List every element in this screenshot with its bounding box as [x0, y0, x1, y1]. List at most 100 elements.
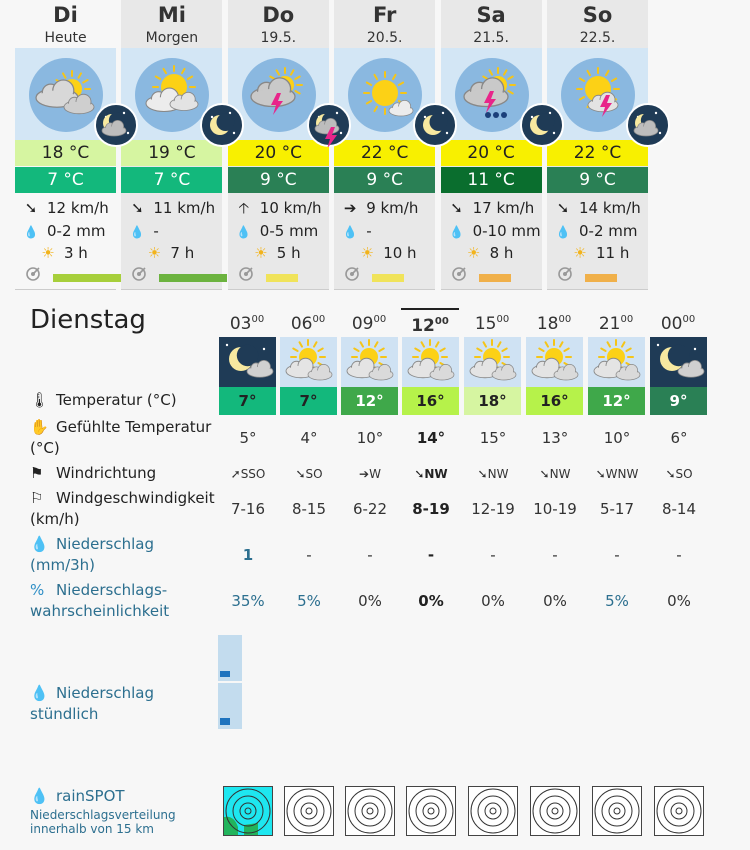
day-name: Mi — [157, 3, 186, 27]
felt-temperature: 5° — [239, 429, 257, 447]
precipitation-value: - — [306, 546, 312, 564]
temperature-row-label: 🌡 Temperatur (°C) — [30, 391, 177, 409]
drop-icon: 💧 — [23, 225, 39, 239]
night-cloudy-icon — [94, 103, 138, 147]
wind-arrow-icon: ➘ — [539, 467, 550, 481]
wind-direction: ➘NW — [539, 467, 571, 481]
min-temperature: 7 °C — [121, 167, 223, 193]
sun-icon: ☀ — [254, 244, 268, 262]
wind-direction: ➘NW — [477, 467, 509, 481]
precipitation-value: - — [676, 546, 682, 564]
rainspot-map[interactable] — [284, 786, 334, 836]
wind-arrow-icon: ➘ — [477, 467, 488, 481]
min-temperature: 9 °C — [334, 167, 436, 193]
hour-weather-icon — [341, 337, 398, 387]
precipitation-probability: 0% — [358, 592, 382, 610]
day-name: So — [582, 3, 613, 27]
hour-label[interactable]: 0000 — [649, 314, 707, 334]
sun-cloud-icon — [134, 57, 210, 133]
rainspot-map[interactable] — [406, 786, 456, 836]
wind-direction-arrow-icon: ➘ — [24, 199, 38, 217]
sun-icon: ☀ — [466, 244, 481, 262]
hour-label[interactable]: 0600 — [279, 314, 337, 334]
hourly-precipitation-row-label: 💧 Niederschlag stündlich — [30, 684, 154, 723]
wind-speed: ➘ 17 km/h — [450, 199, 535, 217]
precipitation-probability: 0% — [543, 592, 567, 610]
drop-icon: 💧 — [449, 225, 465, 239]
wind-direction: ➘WNW — [595, 467, 639, 481]
wind-arrow-icon: ➘ — [665, 467, 676, 481]
wind-direction-arrow-icon: ➘ — [450, 199, 463, 217]
precipitation-amount: 💧 0-10 mm — [441, 220, 542, 242]
flag-icon: ⚐ — [30, 489, 44, 507]
wind-direction: ➘SO — [295, 467, 323, 481]
precipitation-value: 1 — [242, 546, 254, 564]
hourly-precipitation-bars[interactable] — [218, 635, 242, 729]
day-date: Morgen — [145, 30, 199, 46]
precipitation-probability: 5% — [297, 592, 321, 610]
hour-label[interactable]: 2100 — [587, 314, 645, 334]
drop-icon: 💧 — [555, 225, 571, 239]
min-temperature: 11 °C — [440, 167, 542, 193]
wind-speed-range: 8-19 — [412, 500, 450, 518]
rainspot-map[interactable] — [223, 786, 273, 836]
wind-direction: ➔W — [359, 467, 381, 481]
hour-label[interactable]: 1200 — [401, 308, 459, 336]
hourly-bar — [218, 635, 242, 681]
min-temperature: 9 °C — [227, 167, 329, 193]
wind-direction-arrow-icon: ➔ — [343, 199, 357, 217]
day-date: 20.5. — [366, 30, 403, 46]
felt-temperature: 10° — [603, 429, 631, 447]
hour-label[interactable]: 0900 — [340, 314, 398, 334]
wind-speed: ➔ 9 km/h — [343, 199, 419, 217]
rainspot-row-label: 💧 rainSPOT — [30, 787, 125, 805]
precipitation-amount: 💧 - — [334, 220, 435, 242]
thermometer-icon: 🌡 — [30, 391, 50, 409]
sunny-icon — [347, 57, 423, 133]
rainspot-map[interactable] — [345, 786, 395, 836]
precipitation-row-label: 💧 Niederschlag (mm/3h) — [30, 535, 154, 574]
sun-icon: ☀ — [147, 244, 162, 262]
hour-temperature: 18° — [464, 387, 521, 415]
felt-temperature: 14° — [416, 429, 446, 447]
wind-speed: 🡡 10 km/h — [228, 197, 329, 219]
sunshine-hours: ☀ 7 h — [147, 244, 195, 262]
wind-speed: ➘ 12 km/h — [24, 199, 109, 217]
felt-temperature: 6° — [670, 429, 688, 447]
night-cloudy-icon — [626, 103, 670, 147]
uv-bar — [53, 274, 121, 282]
wind-speed-range: 6-22 — [352, 500, 388, 518]
felt-temperature: 10° — [356, 429, 384, 447]
thunderstorm-icon — [241, 57, 317, 133]
sun-icon: ☀ — [41, 244, 55, 262]
rainspot-map[interactable] — [530, 786, 580, 836]
day-column[interactable]: Di Heute 18 °C 7 °C ➘ 12 km/h 💧 0-2 mm ☀ 3 … — [15, 0, 138, 290]
uv-icon — [451, 267, 466, 281]
hour-label[interactable]: 1500 — [463, 314, 521, 334]
uv-bar — [159, 274, 228, 282]
rainspot-map[interactable] — [654, 786, 704, 836]
wind-speed: ➘ 11 km/h — [131, 199, 216, 217]
hour-temperature: 16° — [402, 387, 459, 415]
drop-icon: 💧 — [129, 225, 145, 239]
rainspot-map[interactable] — [468, 786, 518, 836]
wind-speed-range: 10-19 — [533, 500, 577, 518]
night-clear-icon — [519, 103, 564, 147]
day-date: 21.5. — [473, 30, 509, 46]
hourly-bar — [218, 683, 242, 729]
wind-arrow-icon: ➘ — [414, 467, 425, 481]
felt-temperature: 4° — [300, 429, 318, 447]
sunshine-hours: ☀ 10 h — [360, 244, 417, 262]
day-name: Do — [262, 3, 295, 27]
hour-label[interactable]: 0300 — [218, 314, 276, 334]
uv-bar — [265, 274, 298, 282]
rainspot-drop-icon: 💧 — [30, 787, 49, 805]
hour-label[interactable]: 1800 — [525, 314, 583, 334]
hour-weather-icon — [526, 337, 583, 387]
uv-icon — [238, 267, 253, 281]
day-name: Sa — [476, 3, 506, 27]
wind-direction-arrow-icon: 🡡 — [238, 199, 250, 217]
rainspot-map[interactable] — [592, 786, 642, 836]
precipitation-amount: 💧 0-2 mm — [15, 220, 116, 242]
hour-temperature: 12° — [588, 387, 645, 415]
